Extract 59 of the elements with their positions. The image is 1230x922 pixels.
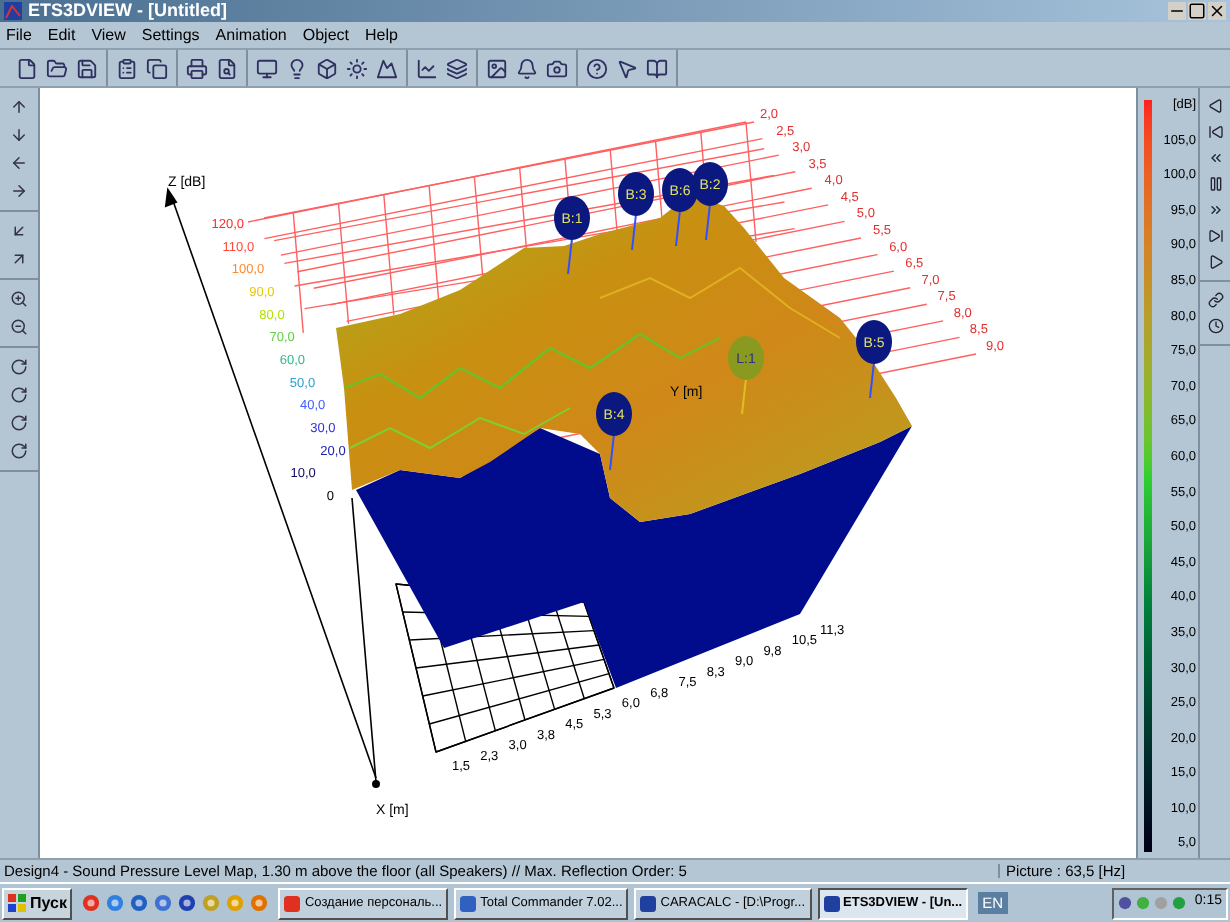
book-icon[interactable] [646,57,668,79]
rotate-icon[interactable] [10,414,28,432]
windows-logo-icon [8,894,26,912]
minimize-icon[interactable] [1168,2,1186,20]
menu-item[interactable]: Settings [141,27,200,43]
step-forward-icon[interactable] [1207,202,1223,218]
right-arrow-icon[interactable] [10,182,28,200]
close-icon[interactable] [1208,2,1226,20]
rotate-icon[interactable] [10,442,28,460]
clipboard-icon[interactable] [116,57,138,79]
skip-back-icon[interactable] [1207,124,1223,140]
rotate-icon[interactable] [10,358,28,376]
menu-item[interactable]: Help [365,27,398,43]
help-icon[interactable] [586,57,608,79]
down-arrow-icon[interactable] [10,126,28,144]
mountain-icon[interactable] [376,57,398,79]
rotate-icon[interactable] [10,386,28,404]
image-icon[interactable] [486,57,508,79]
maximize-icon[interactable] [1188,2,1206,20]
zoom-out-icon[interactable] [10,318,28,336]
app-icon [284,895,301,911]
window-title: ETS3DVIEW - [Untitled] [28,2,227,20]
menu-item[interactable]: Edit [47,27,76,43]
app-icon [823,895,840,911]
layers-icon[interactable] [446,57,468,79]
up-right-arrow-icon[interactable] [10,250,28,268]
bell-icon[interactable] [516,57,538,79]
file-search-icon[interactable] [216,57,238,79]
sun-icon[interactable] [346,57,368,79]
menu-item[interactable]: View [91,27,126,43]
printer-icon[interactable] [186,57,208,79]
box-icon[interactable] [316,57,338,79]
lightbulb-icon[interactable] [286,57,308,79]
play-icon[interactable] [1207,254,1223,270]
menu-item[interactable]: Object [302,27,349,43]
skip-forward-icon[interactable] [1207,228,1223,244]
pointer-help-icon[interactable] [616,57,638,79]
copy-icon[interactable] [146,57,168,79]
save-icon[interactable] [76,57,98,79]
clock-icon[interactable] [1207,318,1223,334]
line-chart-icon[interactable] [416,57,438,79]
zoom-in-icon[interactable] [10,290,28,308]
link-icon[interactable] [1207,292,1223,308]
down-left-arrow-icon[interactable] [10,222,28,240]
folder-icon[interactable] [46,57,68,79]
start-button[interactable]: Пуск [2,887,73,919]
menu-item[interactable]: File [6,27,32,43]
app-icon [640,895,657,911]
left-arrow-icon[interactable] [10,154,28,172]
app-icon [460,895,477,911]
up-arrow-icon[interactable] [10,98,28,116]
app-icon [4,2,22,20]
new-file-icon[interactable] [16,57,38,79]
play-back-icon[interactable] [1207,98,1223,114]
step-back-icon[interactable] [1207,150,1223,166]
menu-item[interactable]: Animation [215,27,287,43]
pause-icon[interactable] [1207,176,1223,192]
camera-icon[interactable] [546,57,568,79]
monitor-icon[interactable] [256,57,278,79]
